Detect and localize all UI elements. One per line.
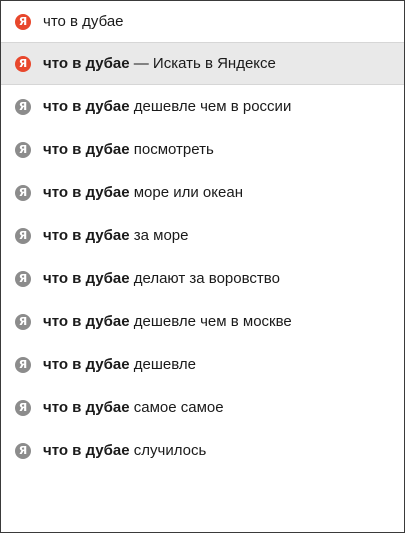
suggestion-text: что в дубае делают за воровство <box>43 270 280 287</box>
suggestion-text: что в дубае за море <box>43 227 188 244</box>
suggestion-query-part: что в дубае <box>43 141 130 158</box>
suggestion-item[interactable]: Ячто в дубае самое самое <box>1 386 404 429</box>
suggestion-item[interactable]: Ячто в дубае случилось <box>1 429 404 472</box>
suggestion-completion-part: делают за воровство <box>129 270 280 287</box>
suggestion-item[interactable]: Ячто в дубае делают за воровство <box>1 257 404 300</box>
suggestion-query-part: что в дубае <box>43 270 130 287</box>
search-query-text[interactable]: что в дубае <box>43 13 124 30</box>
suggestion-query-part: что в дубае <box>43 442 130 459</box>
suggestion-item[interactable]: Ячто в дубае море или океан <box>1 171 404 214</box>
suggestion-query-part: что в дубае <box>43 399 130 416</box>
yandex-logo-icon: Я <box>15 442 31 459</box>
suggestion-list: Ячто в дубае — Искать в Яндексе Ячто в ду… <box>1 42 404 472</box>
suggestion-completion-part: дешевле чем в москве <box>129 313 292 330</box>
yandex-logo-icon: Я <box>15 356 31 373</box>
suggestion-item[interactable]: Ячто в дубае дешевле <box>1 343 404 386</box>
suggestion-query-part: что в дубае <box>43 313 130 330</box>
yandex-logo-icon: Я <box>15 399 31 416</box>
yandex-logo-icon: Я <box>15 13 31 30</box>
suggestion-text: что в дубае дешевле <box>43 356 196 373</box>
yandex-logo-icon: Я <box>15 270 31 287</box>
suggestion-completion-part: случилось <box>129 442 207 459</box>
suggestion-item[interactable]: Ячто в дубае — Искать в Яндексе <box>1 42 404 85</box>
yandex-logo-icon: Я <box>15 313 31 330</box>
suggestion-completion-part: дешевле чем в россии <box>129 98 292 115</box>
suggestion-completion-part: за море <box>129 227 189 244</box>
suggestion-item[interactable]: Ячто в дубае дешевле чем в россии <box>1 85 404 128</box>
yandex-logo-icon: Я <box>15 98 31 115</box>
suggestion-query-part: что в дубае <box>43 184 130 201</box>
suggestion-query-part: что в дубае <box>43 356 130 373</box>
suggestion-completion-part: посмотреть <box>129 141 214 158</box>
yandex-logo-icon: Я <box>15 141 31 158</box>
suggestion-query-part: что в дубае <box>43 227 130 244</box>
suggestion-item[interactable]: Ячто в дубае дешевле чем в москве <box>1 300 404 343</box>
suggestion-text: что в дубае — Искать в Яндексе <box>43 55 276 72</box>
suggestion-query-part: что в дубае <box>43 55 130 72</box>
suggestion-query-part: что в дубае <box>43 98 130 115</box>
suggestion-completion-part: море или океан <box>129 184 243 201</box>
suggestion-completion-part: самое самое <box>129 399 224 416</box>
suggestion-completion-part: — Искать в Яндексе <box>129 55 276 72</box>
yandex-logo-icon: Я <box>15 55 31 72</box>
suggestion-text: что в дубае случилось <box>43 442 206 459</box>
suggestion-item[interactable]: Ячто в дубае за море <box>1 214 404 257</box>
suggestion-text: что в дубае посмотреть <box>43 141 214 158</box>
yandex-logo-icon: Я <box>15 184 31 201</box>
suggestion-text: что в дубае дешевле чем в россии <box>43 98 291 115</box>
suggestion-text: что в дубае дешевле чем в москве <box>43 313 292 330</box>
search-suggest-panel: Я что в дубае Ячто в дубае — Искать в Ян… <box>0 0 405 533</box>
suggestion-item[interactable]: Ячто в дубае посмотреть <box>1 128 404 171</box>
suggestion-text: что в дубае самое самое <box>43 399 224 416</box>
suggestion-completion-part: дешевле <box>129 356 196 373</box>
suggestion-text: что в дубае море или океан <box>43 184 243 201</box>
search-query-row[interactable]: Я что в дубае <box>1 0 404 42</box>
yandex-logo-icon: Я <box>15 227 31 244</box>
